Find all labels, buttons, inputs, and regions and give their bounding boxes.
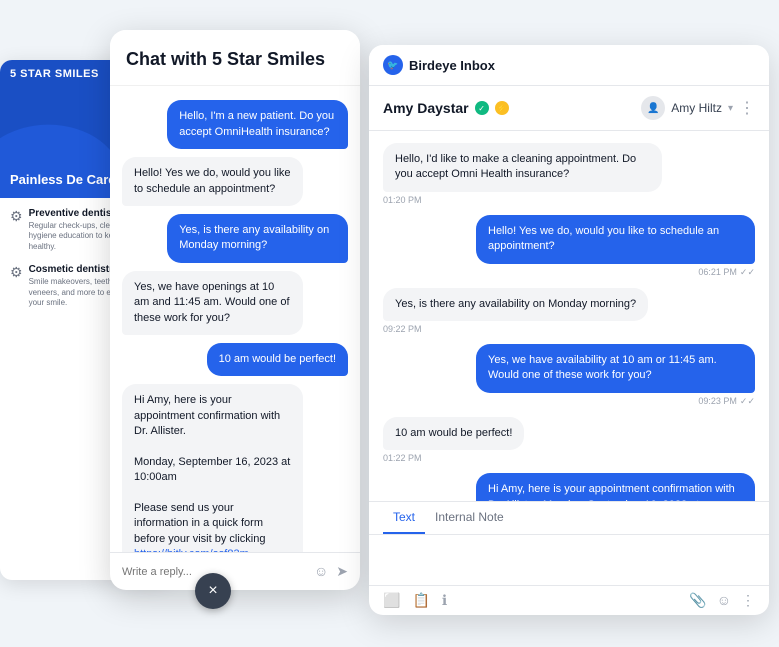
msg-time-2: 06:21 PM ✓✓ [476,267,755,278]
compose-area: Text Internal Note ⬜ 📋 ℹ 📎 ☺ ⋮ [369,501,769,615]
chat-input-area: ☺ ➤ [110,552,360,590]
inbox-msg-sent-1: Hello! Yes we do, would you like to sche… [476,215,755,278]
inbox-top-bar: 🐦 Birdeye Inbox [369,45,769,86]
contact-name: Amy Daystar [383,100,469,116]
compose-tabs: Text Internal Note [369,502,769,535]
chat-msg-2: Hello! Yes we do, would you like to sche… [122,157,303,206]
inbox-bubble-5: 10 am would be perfect! [383,417,524,450]
more-compose-icon[interactable]: ⋮ [741,592,755,609]
more-options-icon[interactable]: ⋮ [739,98,755,118]
inbox-bubble-4: Yes, we have availability at 10 am or 11… [476,344,755,393]
inbox-contact-bar: Amy Daystar ✓ ⚡ 👤 Amy Hiltz ▾ ⋮ [369,86,769,131]
assignee-row: 👤 Amy Hiltz ▾ ⋮ [641,96,755,120]
info-icon[interactable]: ℹ [442,592,447,609]
inbox-bubble-6: Hi Amy, here is your appointment confirm… [476,473,755,501]
send-icon[interactable]: ➤ [336,563,348,580]
close-chat-button[interactable]: × [195,573,231,609]
contact-name-row: Amy Daystar ✓ ⚡ [383,100,509,116]
chat-msg-4: Yes, we have openings at 10 am and 11:45… [122,271,303,335]
chat-widget: Chat with 5 Star Smiles Hello, I'm a new… [110,30,360,590]
verified-badge: ✓ [475,101,489,115]
compose-text-area[interactable] [369,535,769,585]
chevron-down-icon[interactable]: ▾ [728,103,733,114]
inbox-bubble-3: Yes, is there any availability on Monday… [383,288,648,321]
tab-internal-note[interactable]: Internal Note [425,502,514,534]
chat-msg-3: Yes, is there any availability on Monday… [167,214,348,263]
msg-time-1: 01:20 PM [383,195,662,205]
image-icon[interactable]: ⬜ [383,592,400,609]
tab-text[interactable]: Text [383,502,425,534]
gear-icon-1: ⚙ [10,208,23,252]
inbox-msg-received-1: Hello, I'd like to make a cleaning appoi… [383,143,662,205]
assignee-name: Amy Hiltz [671,101,722,115]
emoji-icon[interactable]: ☺ [314,563,328,580]
chat-header: Chat with 5 Star Smiles [110,30,360,86]
gear-icon-2: ⚙ [10,264,23,308]
chat-messages: Hello, I'm a new patient. Do you accept … [110,86,360,552]
attachment-icon[interactable]: 📎 [689,592,706,609]
inbox-messages: Hello, I'd like to make a cleaning appoi… [369,131,769,501]
emoji-icon-compose[interactable]: ☺ [717,592,731,609]
inbox-msg-sent-2: Yes, we have availability at 10 am or 11… [476,344,755,407]
birdeye-logo: 🐦 [383,55,403,75]
scene: 5 STAR SMILES Painless De Care ⚙ Prevent… [0,0,779,647]
double-check-icon-1: ✓✓ [740,267,755,278]
msg-time-4: 09:23 PM ✓✓ [476,396,755,407]
chat-msg-5: 10 am would be perfect! [207,343,348,376]
template-icon[interactable]: 📋 [412,592,429,609]
inbox-msg-sent-3: Hi Amy, here is your appointment confirm… [476,473,755,501]
inbox-label: Birdeye Inbox [409,58,495,73]
chat-msg-6: Hi Amy, here is your appointment confirm… [122,384,303,552]
msg-time-3: 09:22 PM [383,324,648,334]
close-icon: × [208,582,217,600]
inbox-bubble-2: Hello! Yes we do, would you like to sche… [476,215,755,264]
avatar: 👤 [641,96,665,120]
msg-time-5: 01:22 PM [383,453,524,463]
compose-toolbar: ⬜ 📋 ℹ 📎 ☺ ⋮ [369,585,769,615]
inbox-msg-received-3: 10 am would be perfect! 01:22 PM [383,417,524,463]
double-check-icon-2: ✓✓ [740,396,755,407]
inbox-msg-received-2: Yes, is there any availability on Monday… [383,288,648,334]
inbox-panel: 🐦 Birdeye Inbox Amy Daystar ✓ ⚡ 👤 Amy Hi… [369,45,769,615]
chat-title: Chat with 5 Star Smiles [126,48,344,71]
inbox-bubble-1: Hello, I'd like to make a cleaning appoi… [383,143,662,192]
chat-msg-1: Hello, I'm a new patient. Do you accept … [167,100,348,149]
hero-headline: Painless De Care [10,172,116,188]
contact-badge: ⚡ [495,101,509,115]
